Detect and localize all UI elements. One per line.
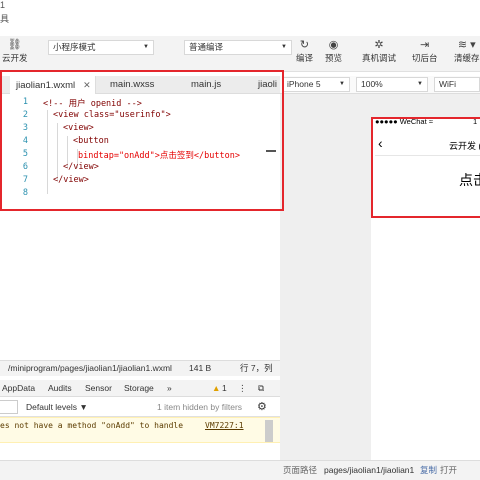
warning-message: es not have a method "onAdd" to handle [0, 421, 184, 430]
clear-cache-button[interactable]: ≋ ▾ 清缓存 [454, 38, 480, 64]
toolbar: ⛓ 云开发 小程序模式 ▼ 普通编译 ▼ ↻ 编译 ◉ 预览 ✲ 真机调试 ⇥ … [0, 36, 480, 72]
cloud-label: 云开发 [2, 53, 28, 63]
more-tabs-button[interactable]: » [167, 380, 172, 397]
device-toolbar: iPhone 5 ▼ 100% ▼ WiFi [280, 76, 480, 94]
highlight-box [371, 117, 480, 218]
menu-strip: 1 具 [0, 0, 480, 36]
tab-storage[interactable]: Storage [124, 380, 154, 397]
console-warning: es not have a method "onAdd" to handle V… [0, 417, 280, 443]
mode-select[interactable]: 小程序模式 ▼ [48, 40, 154, 55]
preview-label: 预览 [325, 53, 343, 63]
preview-button[interactable]: ◉ 预览 [325, 38, 342, 64]
filter-input[interactable] [0, 400, 18, 414]
chevron-down-icon: ▼ [339, 81, 345, 87]
levels-dropdown[interactable]: Default levels ▼ [26, 397, 88, 417]
menu-item[interactable]: 具 [0, 12, 9, 25]
caret-down-icon: ▼ [79, 402, 88, 412]
console-filter-bar: Default levels ▼ 1 item hidden by filter… [0, 397, 280, 417]
clearcache-label: 清缓存 [454, 53, 480, 63]
undock-icon[interactable]: ⧉ [258, 380, 264, 397]
zoom-value: 100% [361, 79, 383, 89]
copy-link[interactable]: 复制 [420, 461, 437, 480]
chevron-down-icon: ▼ [281, 44, 287, 50]
compile-button[interactable]: ↻ 编译 [296, 38, 313, 64]
layers-icon: ≋ ▾ [457, 39, 476, 51]
highlight-box [0, 70, 284, 211]
file-path: /miniprogram/pages/jiaolian1/jiaolian1.w… [8, 363, 172, 373]
mode-select-value: 小程序模式 [53, 42, 96, 52]
console-prompt[interactable] [0, 443, 280, 460]
chevron-down-icon: ▼ [143, 44, 149, 50]
devtools-tabs: AppData Audits Sensor Storage » ▲ 1 ⋮ ⧉ [0, 380, 280, 397]
refresh-icon: ↻ [299, 39, 310, 51]
levels-label: Default levels [26, 402, 78, 412]
background-label: 切后台 [412, 53, 438, 63]
page-path-label: 页面路径 [283, 465, 318, 475]
warning-count: 1 [222, 383, 227, 393]
link-icon: ⛓ [7, 39, 22, 51]
device-value: iPhone 5 [287, 79, 321, 89]
compile-select[interactable]: 普通编译 ▼ [184, 40, 292, 55]
background-button[interactable]: ⇥ 切后台 [412, 38, 438, 64]
file-path-bar: /miniprogram/pages/jiaolian1/jiaolian1.w… [0, 360, 280, 376]
remote-debug-button[interactable]: ✲ 真机调试 [362, 38, 396, 64]
file-size: 141 B [189, 363, 212, 373]
tab-audits[interactable]: Audits [48, 380, 72, 397]
cursor-position: 行 7，列 [240, 363, 273, 373]
debug-label: 真机调试 [362, 53, 397, 63]
warning-icon: ▲ [212, 383, 221, 393]
tab-appdata[interactable]: AppData [2, 380, 35, 397]
tab-sensor[interactable]: Sensor [85, 380, 112, 397]
bottom-status-bar: 页面路径 pages/jiaolian1/jiaolian1 复制 打开 [0, 460, 480, 480]
warning-source-link[interactable]: VM7227:1 [205, 421, 244, 430]
network-value: WiFi [439, 79, 456, 89]
zoom-select[interactable]: 100% ▼ [356, 77, 428, 92]
eye-icon: ◉ [328, 39, 339, 51]
bug-icon: ✲ [374, 39, 384, 51]
chevron-down-icon: ▼ [417, 81, 423, 87]
console-scrollbar[interactable] [265, 420, 273, 442]
compile-label: 编译 [296, 53, 314, 63]
compile-select-value: 普通编译 [189, 42, 224, 52]
switch-icon: ⇥ [420, 39, 430, 51]
hidden-count: 1 item hidden by filters [157, 402, 243, 412]
device-select[interactable]: iPhone 5 ▼ [282, 77, 350, 92]
page-path: pages/jiaolian1/jiaolian1 [324, 465, 415, 475]
network-select[interactable]: WiFi [434, 77, 480, 92]
gear-icon[interactable]: ⚙ [257, 397, 267, 417]
kebab-icon[interactable]: ⋮ [238, 380, 247, 397]
open-link[interactable]: 打开 [440, 461, 457, 480]
cloud-dev-button[interactable]: ⛓ 云开发 [2, 38, 28, 64]
menu-item[interactable]: 1 [0, 0, 5, 10]
